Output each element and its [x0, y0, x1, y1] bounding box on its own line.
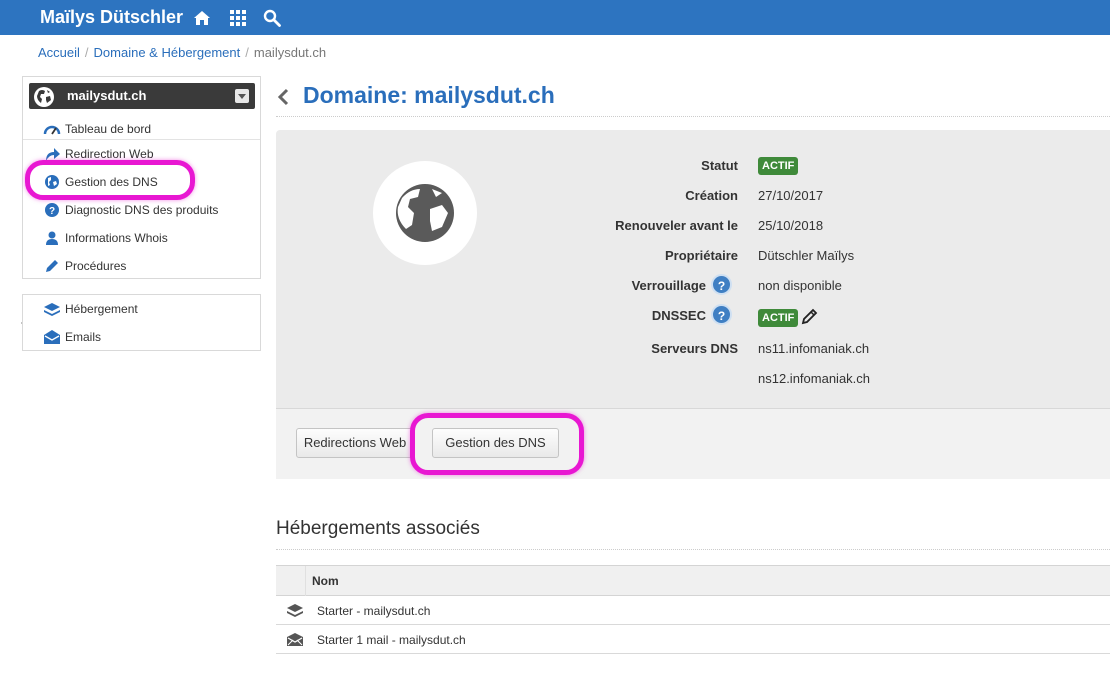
domain-selector[interactable]: mailysdut.ch — [29, 83, 255, 109]
title-divider — [276, 116, 1110, 117]
question-circle-icon: ? — [45, 203, 59, 217]
sidebar-item-emails[interactable]: Emails — [23, 323, 260, 351]
sidebar-item-label: Redirection Web — [65, 147, 154, 161]
breadcrumb: Accueil / Domaine & Hébergement / mailysdut.… — [38, 45, 327, 60]
back-chevron-icon[interactable] — [276, 88, 290, 106]
domain-avatar — [373, 161, 477, 265]
edit-pencil-icon[interactable] — [801, 307, 819, 325]
domain-selector-value: mailysdut.ch — [67, 88, 147, 103]
hosting-name[interactable]: Starter - mailysdut.ch — [317, 604, 430, 618]
hosting-table: Nom Starter - mailysdut.ch Starter 1 mai… — [276, 565, 1110, 654]
sidebar-item-label: Hébergement — [65, 302, 138, 316]
dashboard-gauge-icon — [43, 125, 61, 135]
envelope-icon — [287, 633, 303, 646]
hosting-stack-icon — [287, 604, 303, 617]
hosting-section-title: Hébergements associés — [276, 518, 480, 539]
breadcrumb-home[interactable]: Accueil — [38, 45, 80, 60]
top-navbar: Maïlys Dütschler — [0, 0, 1110, 35]
chevron-down-icon[interactable] — [235, 89, 249, 103]
sidebar-item-label: Tableau de bord — [65, 122, 152, 136]
pencil-icon — [46, 260, 58, 272]
annotation-highlight — [410, 413, 584, 475]
svg-text:?: ? — [49, 206, 55, 217]
owner-value: Dütschler Maïlys — [758, 248, 855, 263]
status-label: Statut — [701, 158, 738, 173]
table-row[interactable]: Starter - mailysdut.ch — [276, 596, 1110, 625]
products-sidebar: Hébergement Emails — [22, 294, 261, 351]
status-badge: ACTIF — [758, 157, 799, 175]
dns-servers-label: Serveurs DNS — [651, 341, 738, 356]
header-divider — [305, 566, 306, 596]
search-icon[interactable] — [263, 9, 281, 27]
dns-server-2: ns12.infomaniak.ch — [758, 371, 871, 386]
sidebar-item-hosting[interactable]: Hébergement — [23, 295, 260, 323]
home-icon[interactable] — [193, 9, 211, 27]
dnssec-help-icon[interactable]: ? — [711, 304, 732, 325]
account-name[interactable]: Maïlys Dütschler — [40, 7, 183, 28]
annotation-highlight — [25, 160, 195, 200]
dns-server-1: ns11.infomaniak.ch — [758, 341, 870, 356]
table-row[interactable]: Starter 1 mail - mailysdut.ch — [276, 625, 1110, 654]
dnssec-badge: ACTIF — [758, 309, 799, 327]
lock-value: non disponible — [758, 278, 842, 293]
envelope-icon — [44, 330, 60, 344]
hosting-stack-icon — [44, 303, 60, 316]
renew-date: 25/10/2018 — [758, 218, 824, 233]
section-divider — [276, 549, 1110, 550]
breadcrumb-domain-hosting[interactable]: Domaine & Hébergement — [94, 45, 241, 60]
sidebar-item-procedures[interactable]: Procédures — [23, 252, 260, 280]
sidebar-item-label: Informations Whois — [65, 231, 168, 245]
sidebar-item-label: Diagnostic DNS des produits — [65, 203, 219, 217]
lock-label: Verrouillage — [631, 278, 706, 293]
hosting-name[interactable]: Starter 1 mail - mailysdut.ch — [317, 633, 466, 647]
dnssec-label: DNSSEC — [651, 308, 706, 323]
lock-help-icon[interactable]: ? — [711, 274, 732, 295]
web-redirections-button[interactable]: Redirections Web — [296, 428, 414, 458]
table-header: Nom — [276, 566, 1110, 596]
owner-label: Propriétaire — [665, 248, 738, 263]
creation-label: Création — [685, 188, 738, 203]
globe-icon — [34, 87, 54, 107]
page-title: Domaine: mailysdut.ch — [303, 82, 555, 108]
sidebar-item-label: Emails — [65, 330, 102, 344]
column-name-header[interactable]: Nom — [312, 574, 339, 588]
globe-icon — [396, 184, 454, 242]
user-icon — [46, 231, 58, 245]
sidebar-item-dns-diagnostic[interactable]: ? Diagnostic DNS des produits — [23, 196, 260, 224]
sidebar-item-whois[interactable]: Informations Whois — [23, 224, 260, 252]
creation-date: 27/10/2017 — [758, 188, 824, 203]
breadcrumb-current: mailysdut.ch — [253, 45, 327, 60]
sidebar-item-label: Procédures — [65, 259, 127, 273]
renew-label: Renouveler avant le — [615, 218, 738, 233]
apps-grid-icon[interactable] — [229, 9, 247, 27]
